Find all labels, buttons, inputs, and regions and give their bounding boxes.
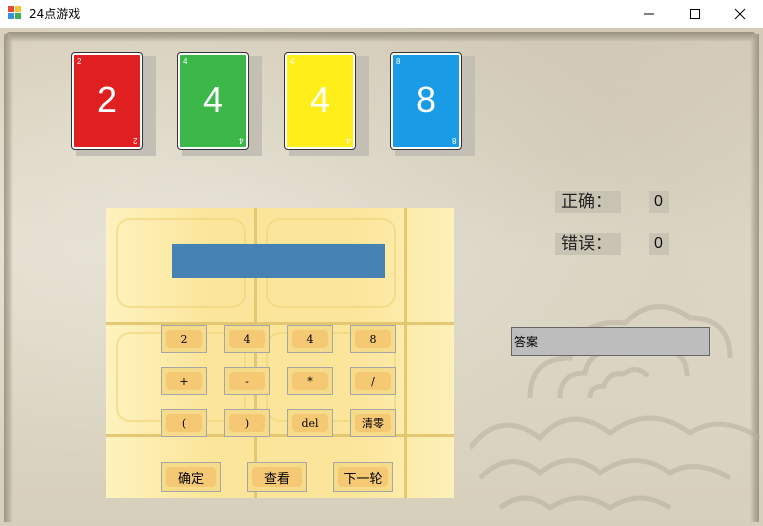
confirm-button[interactable]: 确定 — [161, 462, 221, 492]
card-value: 2 — [96, 79, 118, 120]
playing-card-4[interactable]: 8 8 8 — [391, 53, 461, 149]
delete-button[interactable]: del — [287, 409, 333, 437]
answer-field[interactable]: 答案 — [511, 327, 710, 356]
correct-label: 正确： — [555, 191, 621, 213]
card-corner-top: 4 — [183, 57, 188, 66]
number-button-1[interactable]: 2 — [161, 325, 207, 353]
maximize-icon — [690, 9, 700, 19]
title-bar: 24点游戏 — [0, 0, 763, 28]
expression-display — [172, 244, 385, 278]
close-button[interactable] — [717, 0, 763, 28]
wrong-label: 错误： — [555, 233, 621, 255]
card-corner-bottom: 4 — [345, 136, 350, 145]
wrong-count: 0 — [649, 233, 669, 255]
maximize-button[interactable] — [672, 0, 718, 28]
close-icon — [734, 8, 746, 20]
number-button-4[interactable]: 8 — [350, 325, 396, 353]
divide-button[interactable]: / — [350, 367, 396, 395]
open-paren-button[interactable]: ( — [161, 409, 207, 437]
close-paren-button[interactable]: ) — [224, 409, 270, 437]
frame-border-left — [4, 34, 13, 522]
frame-border-top — [6, 32, 756, 42]
card-corner-bottom: 2 — [132, 136, 137, 145]
next-round-button[interactable]: 下一轮 — [333, 462, 393, 492]
card-corner-bottom: 4 — [238, 136, 243, 145]
card-value: 4 — [202, 79, 224, 120]
plus-button[interactable]: + — [161, 367, 207, 395]
card-corner-top: 4 — [290, 57, 295, 66]
card-value: 4 — [309, 79, 331, 120]
minus-button[interactable]: - — [224, 367, 270, 395]
cloud-decoration — [470, 304, 760, 512]
view-answer-button[interactable]: 查看 — [247, 462, 307, 492]
window-title: 24点游戏 — [29, 7, 81, 21]
minimize-icon — [644, 13, 654, 15]
app-icon — [8, 6, 22, 20]
playing-card-3[interactable]: 4 4 4 — [285, 53, 355, 149]
playing-card-1[interactable]: 2 2 2 — [72, 53, 142, 149]
clear-button[interactable]: 清零 — [350, 409, 396, 437]
card-corner-bottom: 8 — [451, 136, 456, 145]
correct-count: 0 — [649, 191, 669, 213]
multiply-button[interactable]: * — [287, 367, 333, 395]
number-button-2[interactable]: 4 — [224, 325, 270, 353]
minimize-button[interactable] — [626, 0, 672, 28]
card-value: 8 — [415, 79, 437, 120]
playing-card-2[interactable]: 4 4 4 — [178, 53, 248, 149]
card-corner-top: 8 — [396, 57, 401, 66]
number-button-3[interactable]: 4 — [287, 325, 333, 353]
card-corner-top: 2 — [77, 57, 82, 66]
